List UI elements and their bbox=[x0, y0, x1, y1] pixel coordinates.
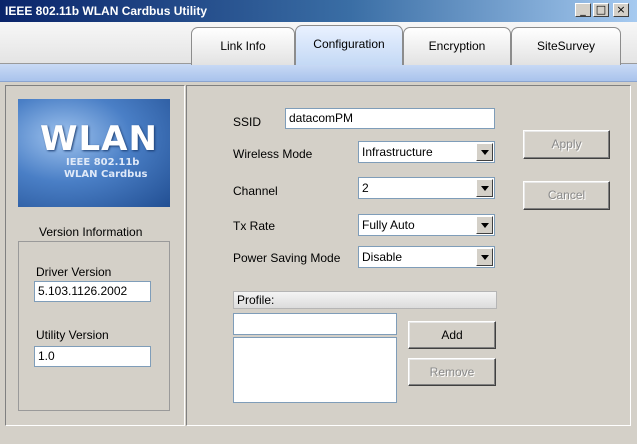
window-title: IEEE 802.11b WLAN Cardbus Utility bbox=[5, 4, 208, 18]
wireless-mode-select[interactable]: Infrastructure bbox=[358, 141, 495, 163]
logo-main-text: WLAN bbox=[40, 119, 158, 159]
cancel-button[interactable]: Cancel bbox=[523, 181, 610, 210]
channel-value: 2 bbox=[362, 181, 369, 195]
utility-version-label: Utility Version bbox=[36, 328, 109, 342]
chevron-down-icon[interactable] bbox=[476, 143, 493, 161]
chevron-down-icon[interactable] bbox=[476, 179, 493, 197]
chevron-down-icon[interactable] bbox=[476, 216, 493, 234]
profile-name-input[interactable] bbox=[233, 313, 397, 335]
channel-label: Channel bbox=[233, 184, 278, 198]
tab-band bbox=[0, 64, 637, 82]
logo-sub-line1: IEEE 802.11b bbox=[66, 157, 140, 168]
add-profile-button[interactable]: Add bbox=[408, 321, 496, 349]
wlan-logo: WLAN IEEE 802.11b WLAN Cardbus bbox=[18, 99, 170, 207]
tx-rate-value: Fully Auto bbox=[362, 218, 415, 232]
power-saving-label: Power Saving Mode bbox=[233, 251, 341, 265]
ssid-label: SSID bbox=[233, 115, 262, 129]
maximize-button[interactable]: □ bbox=[593, 3, 609, 17]
tab-configuration[interactable]: Configuration bbox=[295, 25, 403, 65]
apply-button[interactable]: Apply bbox=[523, 130, 610, 159]
power-saving-select[interactable]: Disable bbox=[358, 246, 495, 268]
profile-header: Profile: bbox=[233, 291, 497, 309]
channel-select[interactable]: 2 bbox=[358, 177, 495, 199]
driver-version-field: 5.103.1126.2002 bbox=[34, 281, 151, 302]
logo-sub-line2: WLAN Cardbus bbox=[64, 169, 148, 180]
chevron-down-icon[interactable] bbox=[476, 248, 493, 266]
power-saving-value: Disable bbox=[362, 250, 403, 264]
minimize-button[interactable]: _ bbox=[575, 3, 591, 17]
tab-link-info[interactable]: Link Info bbox=[191, 27, 295, 65]
remove-profile-button[interactable]: Remove bbox=[408, 358, 496, 386]
tab-encryption[interactable]: Encryption bbox=[403, 27, 511, 65]
driver-version-label: Driver Version bbox=[36, 265, 112, 279]
version-info-heading: Version Information bbox=[39, 225, 143, 239]
close-button[interactable]: × bbox=[613, 3, 629, 17]
ssid-input[interactable]: datacomPM bbox=[285, 108, 495, 129]
tx-rate-select[interactable]: Fully Auto bbox=[358, 214, 495, 236]
wireless-mode-value: Infrastructure bbox=[362, 145, 433, 159]
utility-version-field: 1.0 bbox=[34, 346, 151, 367]
profile-list[interactable] bbox=[233, 337, 397, 403]
tx-rate-label: Tx Rate bbox=[233, 219, 276, 233]
wireless-mode-label: Wireless Mode bbox=[233, 147, 313, 161]
tab-site-survey[interactable]: SiteSurvey bbox=[511, 27, 621, 65]
